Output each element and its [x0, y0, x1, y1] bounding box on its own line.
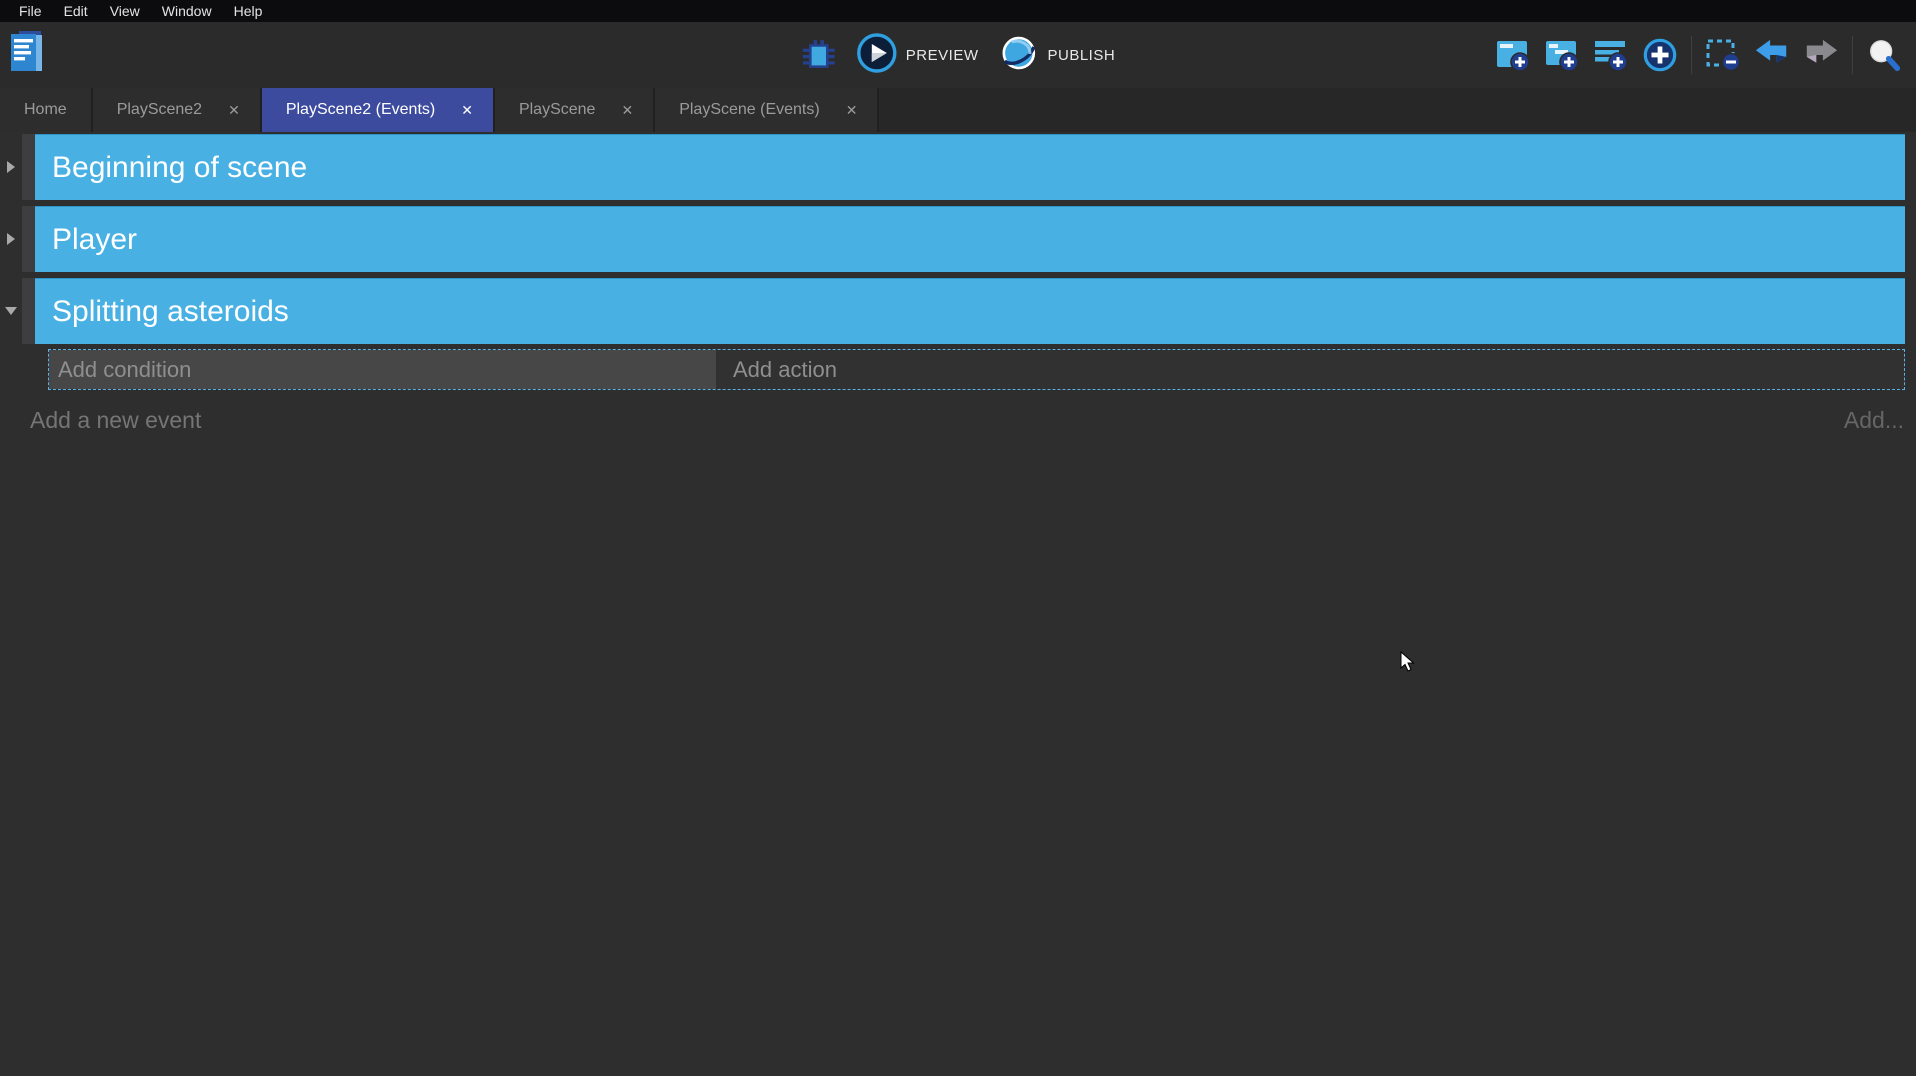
- tab-playscene[interactable]: PlayScene ✕: [495, 88, 655, 132]
- group-title: Player: [52, 223, 137, 257]
- events-sheet-logo-icon[interactable]: [7, 29, 45, 75]
- add-action-button[interactable]: Add action: [716, 350, 1904, 389]
- menu-view[interactable]: View: [99, 0, 151, 22]
- toolbar-separator: [1852, 36, 1853, 74]
- close-icon[interactable]: ✕: [617, 100, 637, 121]
- group-title: Beginning of scene: [52, 151, 307, 185]
- add-new-event-button[interactable]: Add a new event: [30, 407, 201, 434]
- tab-playscene-events[interactable]: PlayScene (Events) ✕: [655, 88, 879, 132]
- expand-arrow-icon[interactable]: [0, 206, 22, 272]
- play-circle-icon: [857, 33, 897, 77]
- close-icon[interactable]: ✕: [224, 100, 244, 121]
- event-group-row: Beginning of scene: [0, 134, 1916, 200]
- search-icon[interactable]: [1866, 37, 1902, 73]
- close-icon[interactable]: ✕: [457, 100, 477, 121]
- add-dropdown-button[interactable]: Add...: [1844, 407, 1904, 434]
- tab-playscene2-events[interactable]: PlayScene2 (Events) ✕: [262, 88, 495, 132]
- toolbar-separator: [1691, 36, 1692, 74]
- tab-label: PlayScene2: [117, 101, 202, 119]
- add-subevent-icon[interactable]: [1544, 37, 1580, 73]
- events-sheet: Beginning of scene Player Splitting aste…: [0, 132, 1916, 434]
- add-comment-icon[interactable]: [1593, 37, 1629, 73]
- delete-selection-icon[interactable]: [1705, 37, 1741, 73]
- menu-edit[interactable]: Edit: [53, 0, 99, 22]
- menu-help[interactable]: Help: [223, 0, 274, 22]
- publish-globe-icon: [998, 33, 1038, 77]
- event-drag-handle[interactable]: [22, 134, 35, 200]
- event-group-splitting-asteroids[interactable]: Splitting asteroids: [35, 278, 1905, 344]
- add-condition-button[interactable]: Add condition: [49, 350, 716, 389]
- mouse-cursor: [1400, 651, 1415, 673]
- tab-label: PlayScene (Events): [679, 101, 820, 119]
- selected-empty-event-row[interactable]: Add condition Add action: [48, 349, 1905, 390]
- tab-label: PlayScene: [519, 101, 596, 119]
- toolbar-center-group: PREVIEW PUBLISH: [801, 33, 1115, 77]
- main-toolbar: PREVIEW PUBLISH: [0, 22, 1916, 88]
- menu-file[interactable]: File: [8, 0, 53, 22]
- preview-label: PREVIEW: [906, 47, 979, 64]
- tab-label: Home: [24, 101, 67, 119]
- add-circle-icon[interactable]: [1642, 37, 1678, 73]
- publish-label: PUBLISH: [1047, 47, 1115, 64]
- group-title: Splitting asteroids: [52, 295, 289, 329]
- events-sheet-footer: Add a new event Add...: [0, 390, 1916, 434]
- event-group-row: Player: [0, 206, 1916, 272]
- expand-arrow-icon[interactable]: [0, 134, 22, 200]
- add-action-label: Add action: [733, 357, 837, 383]
- debug-chip-icon[interactable]: [801, 37, 837, 73]
- collapse-arrow-icon[interactable]: [0, 278, 22, 344]
- event-group-player[interactable]: Player: [35, 206, 1905, 272]
- tab-label: PlayScene2 (Events): [286, 101, 435, 119]
- event-group-beginning-of-scene[interactable]: Beginning of scene: [35, 134, 1905, 200]
- toolbar-right-group: [1495, 22, 1902, 88]
- undo-icon[interactable]: [1754, 37, 1790, 73]
- close-icon[interactable]: ✕: [842, 100, 862, 121]
- event-drag-handle[interactable]: [22, 278, 35, 344]
- menu-bar: File Edit View Window Help: [0, 0, 1916, 22]
- event-group-row: Splitting asteroids: [0, 278, 1916, 344]
- event-drag-handle[interactable]: [22, 206, 35, 272]
- tab-playscene2[interactable]: PlayScene2 ✕: [93, 88, 262, 132]
- add-condition-label: Add condition: [58, 357, 191, 383]
- tab-bar: Home PlayScene2 ✕ PlayScene2 (Events) ✕ …: [0, 88, 1916, 132]
- preview-button[interactable]: PREVIEW: [857, 33, 979, 77]
- tab-home[interactable]: Home: [0, 88, 93, 132]
- redo-icon[interactable]: [1803, 37, 1839, 73]
- publish-button[interactable]: PUBLISH: [998, 33, 1115, 77]
- add-event-icon[interactable]: [1495, 37, 1531, 73]
- menu-window[interactable]: Window: [151, 0, 223, 22]
